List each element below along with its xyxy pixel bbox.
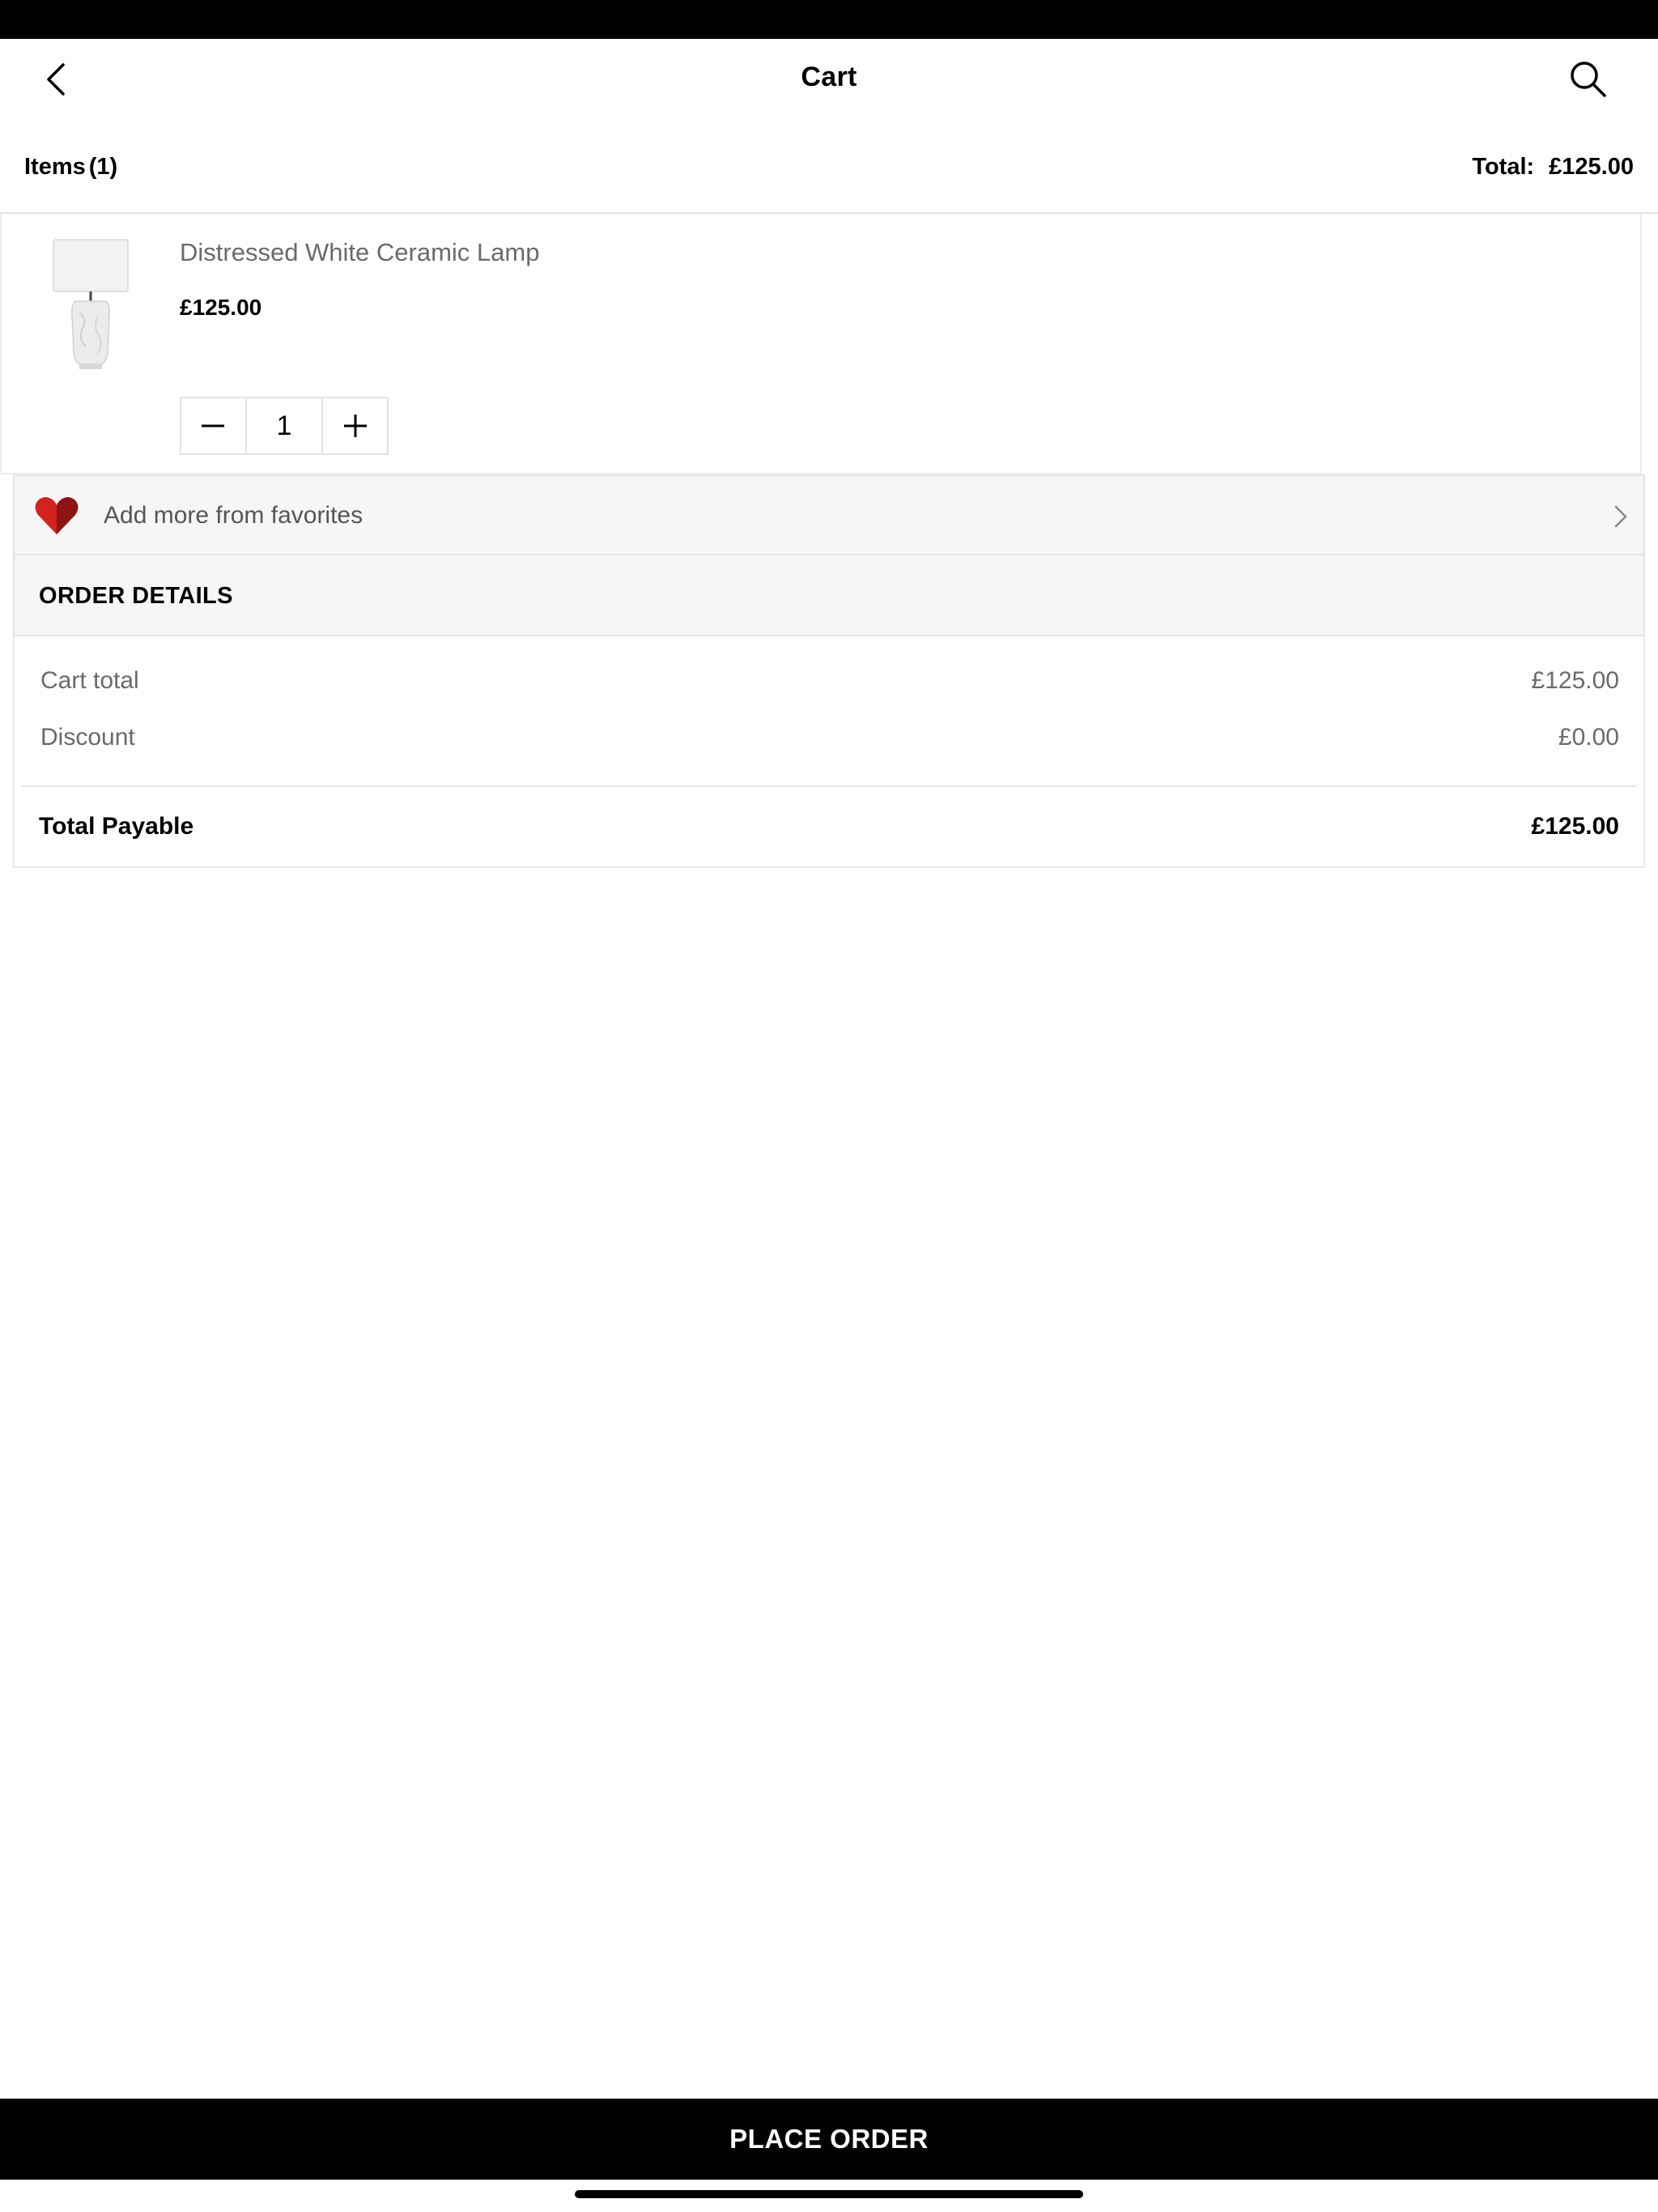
total-payable-value: £125.00 [1531,813,1619,840]
decrease-quantity-button[interactable] [181,398,245,453]
page-title: Cart [801,62,857,92]
lamp-image [53,239,129,369]
increase-quantity-button[interactable] [323,398,387,453]
status-bar [0,0,1658,39]
items-count: (1) [88,154,118,180]
total-payable-label: Total Payable [39,813,194,840]
order-details-body: Cart total £125.00 Discount £0.00 Total … [13,636,1645,868]
chevron-right-icon [1614,505,1627,528]
place-order-button[interactable]: PLACE ORDER [0,2099,1658,2180]
search-icon [1571,62,1606,97]
cart-item: Distressed White Ceramic Lamp £125.00 1 [0,214,1642,474]
cart-total-label: Cart total [40,667,139,694]
quantity-value[interactable]: 1 [244,398,324,453]
home-bar-area [0,2180,1658,2212]
plus-icon [343,415,367,437]
heart-icon [35,497,79,534]
product-image[interactable] [42,238,139,376]
home-indicator[interactable] [575,2190,1083,2198]
order-details-title: ORDER DETAILS [39,583,233,609]
discount-label: Discount [40,724,135,751]
quantity-stepper: 1 [180,397,389,455]
order-details-header: ORDER DETAILS [13,555,1645,636]
add-from-favorites-row[interactable]: Add more from favorites [13,474,1645,555]
product-price: £125.00 [180,295,262,320]
total-label: Total: [1472,154,1535,180]
divider [21,785,1637,787]
items-label: Items [24,154,86,180]
favorites-label: Add more from favorites [104,502,363,529]
cart-summary: Items (1) Total: £125.00 [0,120,1658,214]
cart-total-value: £125.00 [1531,667,1619,694]
product-name[interactable]: Distressed White Ceramic Lamp [180,238,539,267]
discount-value: £0.00 [1558,724,1619,751]
search-button[interactable] [1566,57,1611,102]
minus-icon [202,424,225,428]
total-value: £125.00 [1549,154,1634,180]
navigation-bar: Cart [0,39,1658,120]
